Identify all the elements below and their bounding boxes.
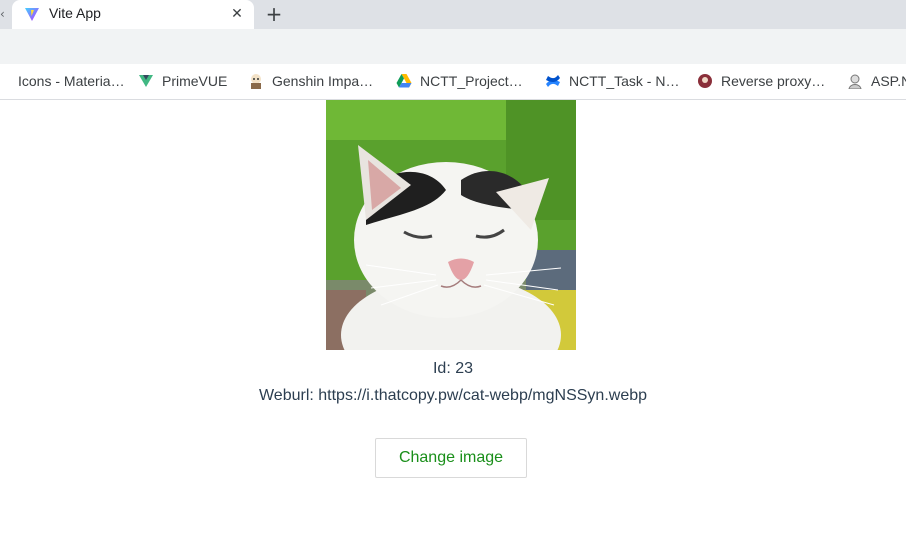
browser-toolbar <box>0 29 906 64</box>
bookmark-nctt-task[interactable]: NCTT_Task - N… <box>545 72 679 90</box>
bookmark-label: NCTT_Task - N… <box>569 73 680 89</box>
vite-logo-icon <box>24 6 40 22</box>
aspnet-avatar-icon <box>847 73 863 90</box>
image-weburl-text: Weburl: https://i.thatcopy.pw/cat-webp/m… <box>258 387 648 404</box>
material-icon <box>0 73 10 89</box>
tab-vite-app[interactable]: Vite App ✕ <box>12 0 254 29</box>
bookmarks-bar: Icons - Materia… PrimeVUE Genshin Impa… … <box>0 64 906 100</box>
bookmark-reverse-proxy[interactable]: Reverse proxy… <box>697 72 825 90</box>
bookmark-label: PrimeVUE <box>162 73 228 89</box>
bookmark-icons-material[interactable]: Icons - Materia… <box>0 72 125 90</box>
close-icon[interactable]: ✕ <box>228 5 246 23</box>
page-content: Id: 23 Weburl: https://i.thatcopy.pw/cat… <box>0 100 906 540</box>
google-drive-icon <box>396 73 412 89</box>
change-image-button[interactable]: Change image <box>375 438 527 478</box>
nginx-avatar-icon <box>697 73 713 89</box>
bookmark-label: Icons - Materia… <box>18 73 125 89</box>
bookmark-nctt-project[interactable]: NCTT_Project… <box>396 72 523 90</box>
bookmark-genshin[interactable]: Genshin Impa… <box>248 72 373 90</box>
bookmark-label: ASP.N <box>871 73 906 89</box>
new-tab-button[interactable]: + <box>262 3 286 25</box>
confluence-icon <box>545 73 561 89</box>
bookmark-label: Reverse proxy… <box>721 73 826 89</box>
image-id-text: Id: 23 <box>432 360 474 377</box>
tab-title: Vite App <box>49 5 101 21</box>
primevue-logo-icon <box>138 73 154 89</box>
bookmark-primevue[interactable]: PrimeVUE <box>138 72 227 90</box>
bookmark-label: Genshin Impa… <box>272 73 374 89</box>
bookmark-aspnet[interactable]: ASP.N <box>847 72 906 90</box>
previous-tab-fragment[interactable]: ‹ <box>0 6 8 22</box>
cat-image <box>326 100 576 350</box>
tab-strip: ‹ Vite App ✕ + <box>0 0 906 29</box>
bookmark-label: NCTT_Project… <box>420 73 523 89</box>
genshin-icon <box>248 73 264 89</box>
